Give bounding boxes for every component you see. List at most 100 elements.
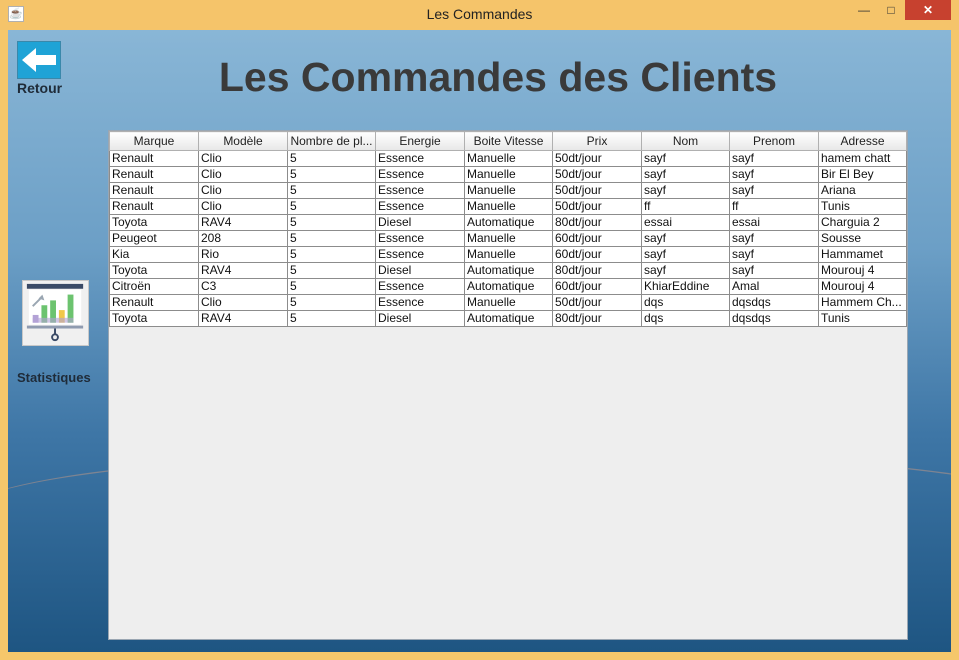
column-header[interactable]: Energie — [375, 131, 465, 151]
table-cell[interactable]: Manuelle — [464, 150, 553, 167]
table-cell[interactable]: Manuelle — [464, 246, 553, 263]
table-cell[interactable]: RAV4 — [198, 214, 288, 231]
table-cell[interactable]: 5 — [287, 262, 376, 279]
table-cell[interactable]: Essence — [375, 230, 465, 247]
table-cell[interactable]: Renault — [109, 182, 199, 199]
table-cell[interactable]: dqs — [641, 310, 730, 327]
table-cell[interactable]: Ariana — [818, 182, 907, 199]
table-cell[interactable]: sayf — [729, 182, 819, 199]
table-cell[interactable]: 60dt/jour — [552, 246, 642, 263]
table-cell[interactable]: Essence — [375, 150, 465, 167]
table-cell[interactable]: sayf — [729, 166, 819, 183]
table-cell[interactable]: Clio — [198, 150, 288, 167]
table-row[interactable]: Toyota RAV4 5 Diesel Automatique 80dt/jour dqs… — [109, 310, 907, 327]
table-cell[interactable]: Tunis — [818, 198, 907, 215]
table-cell[interactable]: Mourouj 4 — [818, 262, 907, 279]
table-row[interactable]: Renault Clio 5 Essence Manuelle 50dt/jour sayf… — [109, 166, 907, 183]
table-cell[interactable]: Essence — [375, 166, 465, 183]
table-cell[interactable]: dqsdqs — [729, 294, 819, 311]
table-cell[interactable]: 5 — [287, 166, 376, 183]
table-cell[interactable]: 80dt/jour — [552, 310, 642, 327]
table-cell[interactable]: dqs — [641, 294, 730, 311]
maximize-button[interactable]: □ — [878, 0, 904, 20]
column-header[interactable]: Adresse — [818, 131, 907, 151]
table-cell[interactable]: 50dt/jour — [552, 294, 642, 311]
table-cell[interactable]: C3 — [198, 278, 288, 295]
table-cell[interactable]: Clio — [198, 166, 288, 183]
orders-table-container[interactable]: Marque Modèle Nombre de pl... Energie Boite … — [108, 130, 908, 640]
table-cell[interactable]: Amal — [729, 278, 819, 295]
table-cell[interactable]: Hammamet — [818, 246, 907, 263]
table-cell[interactable]: Essence — [375, 294, 465, 311]
table-cell[interactable]: Essence — [375, 278, 465, 295]
table-cell[interactable]: Rio — [198, 246, 288, 263]
table-cell[interactable]: Manuelle — [464, 182, 553, 199]
table-cell[interactable]: Hammem Ch... — [818, 294, 907, 311]
table-row[interactable]: Renault Clio 5 Essence Manuelle 50dt/jour sayf… — [109, 150, 907, 167]
table-cell[interactable]: Renault — [109, 150, 199, 167]
table-cell[interactable]: Automatique — [464, 278, 553, 295]
table-cell[interactable]: Toyota — [109, 310, 199, 327]
orders-table[interactable]: Marque Modèle Nombre de pl... Energie Boite … — [109, 131, 907, 327]
table-cell[interactable]: 5 — [287, 150, 376, 167]
table-cell[interactable]: Kia — [109, 246, 199, 263]
table-cell[interactable]: 5 — [287, 278, 376, 295]
table-cell[interactable]: ff — [641, 198, 730, 215]
table-cell[interactable]: 5 — [287, 230, 376, 247]
column-header[interactable]: Boite Vitesse — [464, 131, 553, 151]
table-cell[interactable]: Charguia 2 — [818, 214, 907, 231]
table-cell[interactable]: 80dt/jour — [552, 214, 642, 231]
table-row[interactable]: Renault Clio 5 Essence Manuelle 50dt/jour ff ff… — [109, 198, 907, 215]
table-cell[interactable]: Sousse — [818, 230, 907, 247]
close-button[interactable]: ✕ — [905, 0, 951, 20]
table-cell[interactable]: KhiarEddine — [641, 278, 730, 295]
table-cell[interactable]: RAV4 — [198, 310, 288, 327]
statistics-label[interactable]: Statistiques — [17, 370, 91, 385]
title-bar[interactable]: ☕ Les Commandes — □ ✕ — [0, 0, 959, 30]
table-cell[interactable]: sayf — [729, 150, 819, 167]
column-header[interactable]: Marque — [109, 131, 199, 151]
table-row[interactable]: Peugeot 208 5 Essence Manuelle 60dt/jour sayf s… — [109, 230, 907, 247]
table-cell[interactable]: Bir El Bey — [818, 166, 907, 183]
column-header[interactable]: Modèle — [198, 131, 288, 151]
table-cell[interactable]: sayf — [641, 166, 730, 183]
table-cell[interactable]: Peugeot — [109, 230, 199, 247]
table-cell[interactable]: sayf — [729, 230, 819, 247]
table-cell[interactable]: Clio — [198, 294, 288, 311]
table-cell[interactable]: sayf — [729, 246, 819, 263]
table-row[interactable]: Toyota RAV4 5 Diesel Automatique 80dt/jour say… — [109, 262, 907, 279]
minimize-button[interactable]: — — [851, 0, 877, 20]
table-cell[interactable]: Manuelle — [464, 198, 553, 215]
table-cell[interactable]: Toyota — [109, 214, 199, 231]
table-row[interactable]: Kia Rio 5 Essence Manuelle 60dt/jour sayf sayf H… — [109, 246, 907, 263]
table-row[interactable]: Renault Clio 5 Essence Manuelle 50dt/jour dqs d… — [109, 294, 907, 311]
table-cell[interactable]: Diesel — [375, 310, 465, 327]
table-cell[interactable]: RAV4 — [198, 262, 288, 279]
table-cell[interactable]: 60dt/jour — [552, 230, 642, 247]
table-cell[interactable]: ff — [729, 198, 819, 215]
table-row[interactable]: Renault Clio 5 Essence Manuelle 50dt/jour sayf… — [109, 182, 907, 199]
table-cell[interactable]: 5 — [287, 198, 376, 215]
table-cell[interactable]: 5 — [287, 294, 376, 311]
back-button[interactable] — [17, 41, 61, 79]
table-cell[interactable]: sayf — [641, 230, 730, 247]
table-cell[interactable]: Essence — [375, 246, 465, 263]
column-header[interactable]: Prix — [552, 131, 642, 151]
table-cell[interactable]: 5 — [287, 246, 376, 263]
table-cell[interactable]: hamem chatt — [818, 150, 907, 167]
table-cell[interactable]: 5 — [287, 310, 376, 327]
table-cell[interactable]: 60dt/jour — [552, 278, 642, 295]
table-cell[interactable]: 5 — [287, 214, 376, 231]
table-cell[interactable]: Essence — [375, 198, 465, 215]
table-cell[interactable]: Manuelle — [464, 166, 553, 183]
table-cell[interactable]: 5 — [287, 182, 376, 199]
table-cell[interactable]: sayf — [641, 262, 730, 279]
table-cell[interactable]: Essence — [375, 182, 465, 199]
table-cell[interactable]: Clio — [198, 198, 288, 215]
table-cell[interactable]: Diesel — [375, 262, 465, 279]
table-cell[interactable]: 50dt/jour — [552, 198, 642, 215]
table-cell[interactable]: Tunis — [818, 310, 907, 327]
table-cell[interactable]: Mourouj 4 — [818, 278, 907, 295]
table-cell[interactable]: 50dt/jour — [552, 150, 642, 167]
table-cell[interactable]: sayf — [641, 150, 730, 167]
